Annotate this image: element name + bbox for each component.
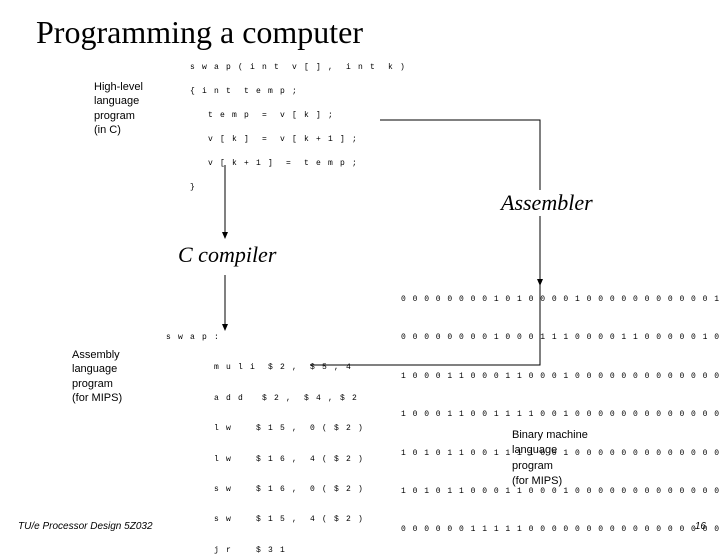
label-assembly: Assemblylanguageprogram(for MIPS) <box>72 348 122 405</box>
page-title: Programming a computer <box>36 14 363 51</box>
page-number: 16 <box>695 521 706 532</box>
label-ccompiler: C compiler <box>172 242 282 268</box>
code-binary: 0 0 0 0 0 0 0 0 1 0 1 0 0 0 0 1 0 0 0 0 … <box>401 290 720 539</box>
footer-source: TU/e Processor Design 5Z032 <box>18 521 153 532</box>
code-c: s w a p ( i n t v [ ] , i n t k ) { i n … <box>190 62 406 194</box>
label-binary-machine: Binary machinelanguageprogram(for MIPS) <box>512 428 588 490</box>
label-assembler: Assembler <box>495 190 599 216</box>
label-highlevel: High-levellanguageprogram(in C) <box>94 80 143 137</box>
code-assembly: s w a p : m u l i $ 2 , $ 5 , 4 a d d $ … <box>166 330 364 558</box>
